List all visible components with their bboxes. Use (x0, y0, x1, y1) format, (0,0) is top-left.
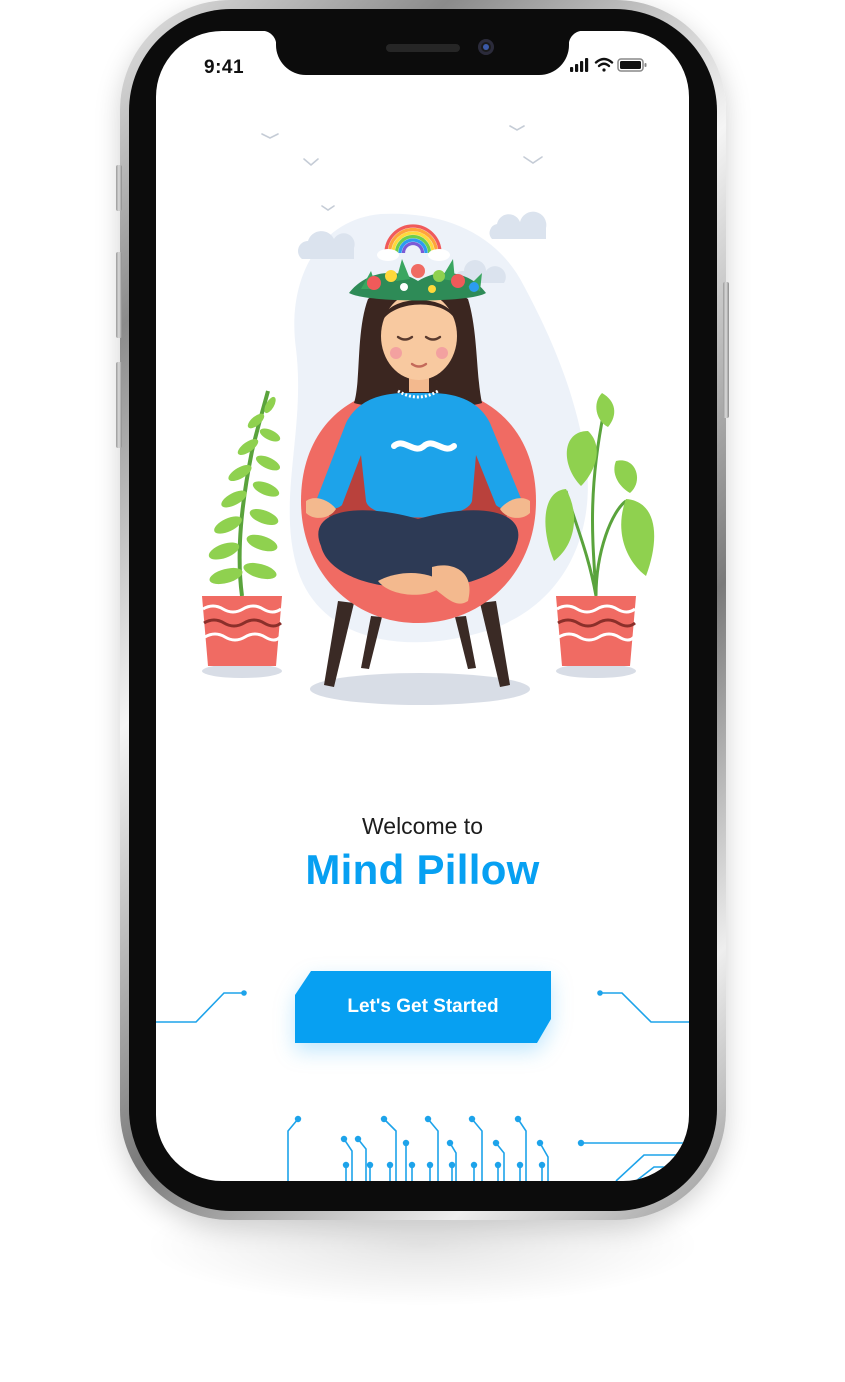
welcome-text: Welcome to (361, 813, 483, 839)
birds (261, 125, 543, 211)
app-title: Mind Pillow (305, 846, 540, 893)
plant-left (202, 390, 282, 666)
mute-switch (116, 165, 122, 211)
meditation-illustration (202, 125, 655, 705)
app-screen: 9:41 Welcome to Mind Pillow Let's Get St… (156, 31, 689, 1181)
circuit-decoration (156, 990, 689, 1181)
power-button (723, 282, 729, 418)
chair-shadow (310, 673, 530, 705)
volume-down-button (116, 362, 122, 448)
volume-up-button (116, 252, 122, 338)
